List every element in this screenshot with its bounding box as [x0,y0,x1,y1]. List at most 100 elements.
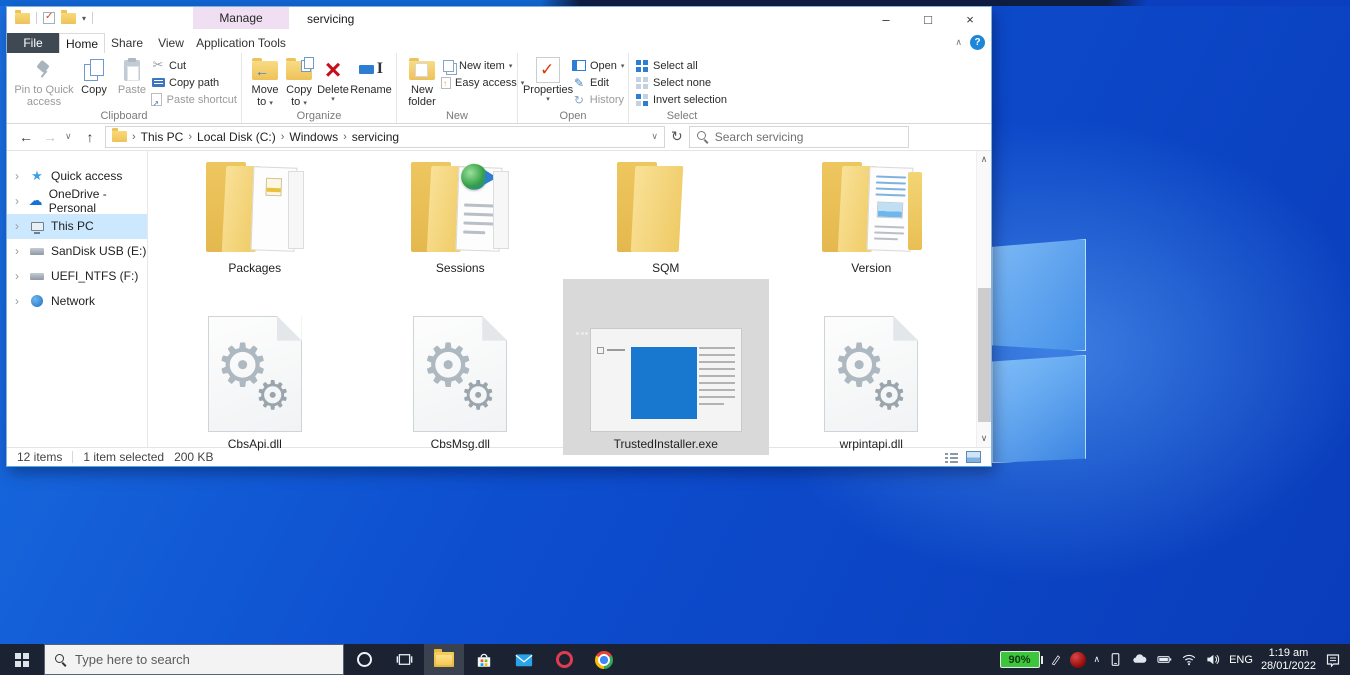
file-explorer-taskbar-button[interactable] [424,644,464,675]
tab-application-tools[interactable]: Application Tools [193,33,289,53]
copy-button[interactable]: Copy [75,56,113,96]
address-breadcrumb[interactable]: › This PC › Local Disk (C:) › Windows › … [105,126,665,148]
invert-selection-button[interactable]: Invert selection [635,92,731,107]
paste-button[interactable]: Paste [113,56,151,96]
maximize-button[interactable]: □ [907,7,949,31]
cut-button[interactable]: ✂ Cut [151,58,237,73]
window-title: servicing [307,12,354,26]
new-item-button[interactable]: New item▾ [441,58,513,73]
sidebar-item-onedrive[interactable]: › ☁ OneDrive - Personal [7,189,147,214]
expand-chevron-icon[interactable]: › [15,269,23,283]
tab-file[interactable]: File [7,33,59,53]
taskbar-search-box[interactable] [44,644,344,675]
history-button[interactable]: ↻ History [572,92,624,107]
battery-percentage-badge[interactable]: 90% [1000,651,1040,668]
expand-chevron-icon[interactable]: › [15,244,23,258]
copy-path-button[interactable]: Copy path [151,75,237,90]
vertical-scrollbar[interactable]: ∧ ∨ [976,151,991,447]
start-button[interactable] [0,644,44,675]
properties-button[interactable]: Properties ▾ [524,56,572,104]
battery-nub [1041,656,1043,664]
sidebar-item-quick-access[interactable]: › ★ Quick access [7,164,147,189]
forward-button[interactable]: → [41,129,59,145]
open-button[interactable]: Open▾ [572,58,624,73]
pin-to-quick-access-button[interactable]: Pin to Quick access [13,56,75,109]
paste-shortcut-button[interactable]: Paste shortcut [151,92,237,107]
tab-home[interactable]: Home [59,33,105,53]
mail-button[interactable] [504,644,544,675]
rename-button[interactable]: I Rename [350,56,392,96]
language-indicator[interactable]: ENG [1229,654,1253,666]
power-battery-icon[interactable] [1156,652,1173,667]
new-folder-qat-icon[interactable] [61,13,76,24]
easy-access-button[interactable]: Easy access▾ [441,75,513,90]
breadcrumb-servicing[interactable]: servicing [352,130,399,144]
cortana-button[interactable] [344,644,384,675]
pen-icon[interactable] [1049,652,1062,667]
location-folder-icon [112,131,127,142]
opera-button[interactable] [544,644,584,675]
scrollbar-thumb[interactable] [978,288,991,422]
microsoft-store-button[interactable] [464,644,504,675]
help-icon[interactable]: ? [970,35,985,50]
desktop[interactable]: ▾ Manage servicing – □ × File Home Share… [0,0,1350,675]
taskbar: 90% ∧ [0,644,1350,675]
manage-context-tab[interactable]: Manage [193,7,289,29]
scroll-up-icon[interactable]: ∧ [977,154,991,165]
copy-to-button[interactable]: Copy to ▾ [282,56,316,109]
show-hidden-icons-chevron[interactable]: ∧ [1094,654,1101,665]
qat-customize-caret[interactable]: ▾ [82,14,86,23]
tray-app-icon[interactable] [1070,652,1086,668]
expand-chevron-icon[interactable]: › [15,169,23,183]
edit-button[interactable]: ✎ Edit [572,75,624,90]
wifi-icon[interactable] [1181,652,1197,667]
breadcrumb-local-disk[interactable]: Local Disk (C:) [197,130,276,144]
sidebar-item-network[interactable]: › Network [7,289,147,314]
select-none-button[interactable]: Select none [635,75,731,90]
sidebar-item-uefi-ntfs[interactable]: › UEFI_NTFS (F:) [7,264,147,289]
tab-share[interactable]: Share [105,33,149,53]
select-all-button[interactable]: Select all [635,58,731,73]
tab-view[interactable]: View [149,33,193,53]
titlebar[interactable]: ▾ Manage servicing – □ × [7,7,991,33]
file-tile-version[interactable]: Version [769,153,975,279]
file-tile-sessions[interactable]: Sessions [358,153,564,279]
paste-shortcut-icon [151,93,162,106]
volume-icon[interactable] [1205,652,1221,667]
move-to-button[interactable]: ← Move to ▾ [248,56,282,109]
expand-chevron-icon[interactable]: › [15,219,23,233]
your-phone-icon[interactable] [1108,652,1123,667]
delete-button[interactable]: × Delete ▾ [316,56,350,104]
close-button[interactable]: × [949,7,991,31]
chrome-button[interactable] [584,644,624,675]
file-tile-sqm[interactable]: SQM [563,153,769,279]
file-tile-packages[interactable]: Packages [152,153,358,279]
expand-chevron-icon[interactable]: › [15,294,23,308]
breadcrumb-this-pc[interactable]: This PC [141,130,184,144]
explorer-search-input[interactable] [715,130,901,144]
action-center-icon[interactable] [1324,652,1342,668]
file-tile-cbsmsg[interactable]: ⚙⚙ CbsMsg.dll [358,279,564,455]
minimize-button[interactable]: – [865,7,907,31]
scroll-down-icon[interactable]: ∨ [977,433,991,444]
properties-qat-icon[interactable] [43,12,55,24]
file-tile-trustedinstaller[interactable]: TrustedInstaller.exe [563,279,769,455]
sidebar-item-sandisk-usb[interactable]: › SanDisk USB (E:) [7,239,147,264]
expand-chevron-icon[interactable]: › [15,194,22,208]
new-folder-button[interactable]: New folder [403,56,441,109]
file-tile-cbsapi[interactable]: ⚙⚙ CbsApi.dll [152,279,358,455]
collapse-ribbon-icon[interactable]: ∧ [955,37,962,48]
taskbar-search-input[interactable] [75,652,333,667]
breadcrumb-windows[interactable]: Windows [289,130,338,144]
sidebar-item-this-pc[interactable]: › This PC [7,214,147,239]
task-view-button[interactable] [384,644,424,675]
refresh-icon[interactable]: ↻ [671,129,683,145]
onedrive-cloud-icon[interactable] [1131,652,1148,667]
clock[interactable]: 1:19 am 28/01/2022 [1261,647,1316,673]
address-dropdown-caret[interactable]: ∨ [651,131,658,142]
explorer-search-box[interactable] [689,126,909,148]
up-button[interactable]: ↑ [81,129,99,145]
back-button[interactable]: ← [17,129,35,145]
recent-locations-caret[interactable]: ∨ [65,131,75,142]
file-tile-wrpintapi[interactable]: ⚙⚙ wrpintapi.dll [769,279,975,455]
